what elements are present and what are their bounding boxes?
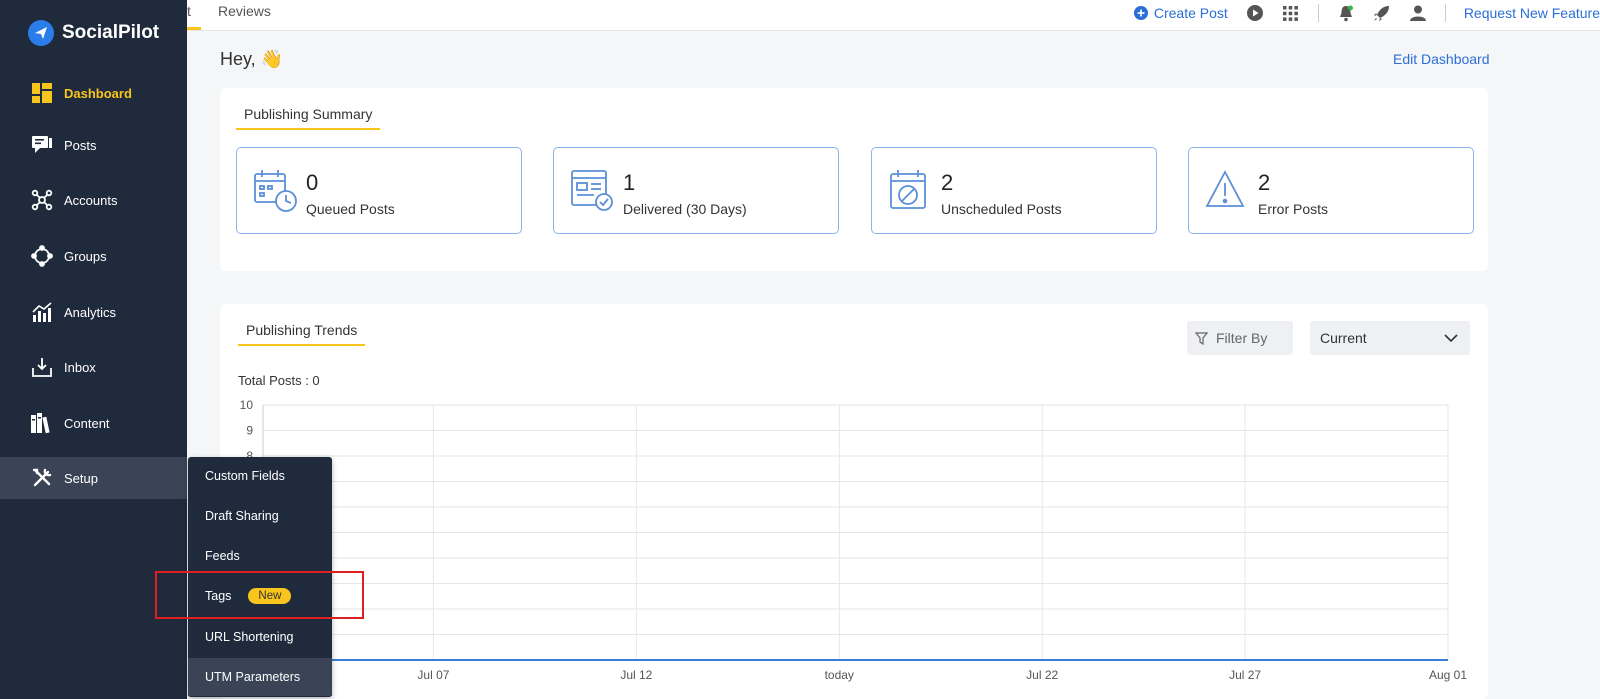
submenu-item-label: Custom Fields bbox=[205, 469, 285, 483]
submenu-item-label: Feeds bbox=[205, 549, 240, 563]
submenu-item-feeds[interactable]: Feeds bbox=[188, 537, 332, 575]
submenu-item-custom-fields[interactable]: Custom Fields bbox=[188, 457, 332, 495]
x-tick-label: Jul 27 bbox=[1229, 668, 1261, 682]
x-tick-label: Jul 12 bbox=[620, 668, 652, 682]
x-tick-label: Jul 22 bbox=[1026, 668, 1058, 682]
y-tick-label: 9 bbox=[246, 424, 253, 438]
x-tick-label: Jul 07 bbox=[417, 668, 449, 682]
highlight-box bbox=[155, 571, 364, 619]
x-tick-label: today bbox=[825, 668, 854, 682]
submenu-item-url-shortening[interactable]: URL Shortening bbox=[188, 618, 332, 656]
submenu-item-label: UTM Parameters bbox=[205, 670, 301, 684]
submenu-item-utm-parameters[interactable]: UTM Parameters bbox=[188, 658, 332, 696]
submenu-item-label: URL Shortening bbox=[205, 630, 294, 644]
x-tick-label: Aug 01 bbox=[1429, 668, 1467, 682]
submenu-item-label: Draft Sharing bbox=[205, 509, 279, 523]
y-tick-label: 10 bbox=[240, 398, 254, 412]
submenu-item-draft-sharing[interactable]: Draft Sharing bbox=[188, 497, 332, 535]
